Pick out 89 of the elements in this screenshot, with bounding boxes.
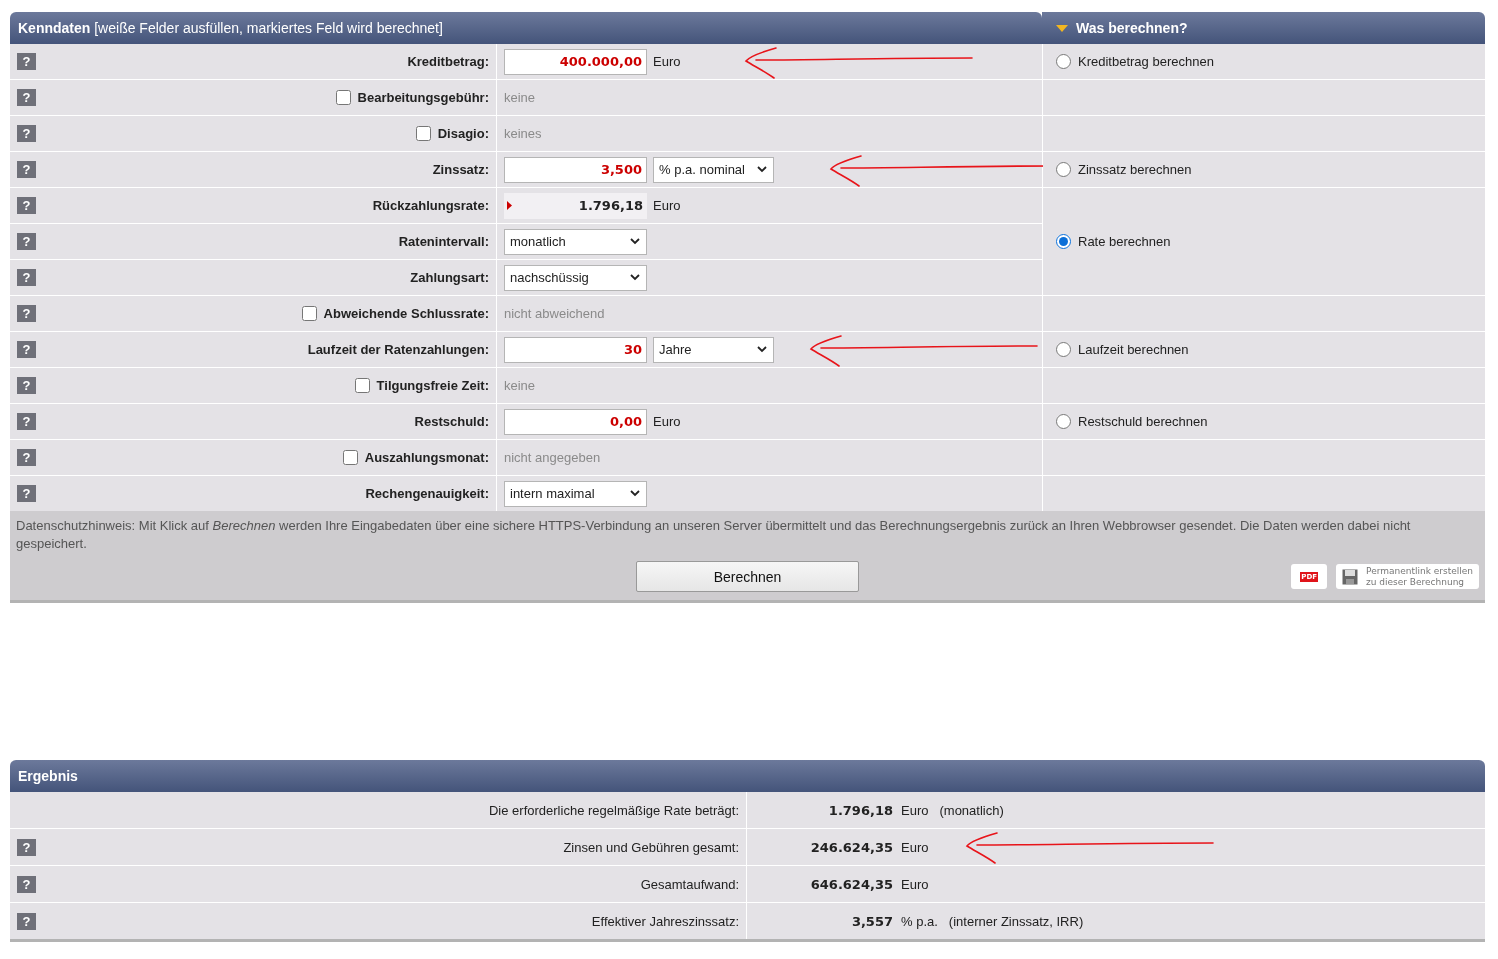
dropdown[interactable]: monatlich xyxy=(504,228,647,255)
result-value: 1.796,18 xyxy=(578,198,643,213)
radio-label: Restschuld berechnen xyxy=(1078,414,1208,429)
radio-button[interactable] xyxy=(1056,414,1071,429)
field-label: Kreditbetrag: xyxy=(407,54,489,69)
checkbox[interactable] xyxy=(415,126,431,141)
privacy-note: Datenschutzhinweis: Mit Klick auf Berechnen werden Ihre Eingabedaten über eine sichere HTTPS-Verbindung an unseren Server übermittelt und das Berechnungsergebnis zurück an Ihren Webbrowser gesendet. Die Daten werden dabei nicht gespeichert. xyxy=(16,517,1412,553)
unit-label: Euro xyxy=(901,876,929,892)
radio-label: Rate berechnen xyxy=(1078,234,1171,249)
permalink-button[interactable]: Permanentlink erstellen zu dieser Berechnung xyxy=(1336,564,1479,589)
result-value: 3,557 xyxy=(850,913,893,929)
field-label: Laufzeit der Ratenzahlungen: xyxy=(307,342,489,357)
help-button[interactable]: ? xyxy=(17,269,36,286)
chevron-icon xyxy=(757,166,767,173)
field-value: nicht angegeben xyxy=(504,450,601,465)
unit-label: Euro xyxy=(653,54,681,69)
field-label: Disagio: xyxy=(437,126,489,141)
help-button[interactable]: ? xyxy=(17,449,36,466)
panel-title: Was berechnen? xyxy=(1076,20,1188,36)
unit-label: Euro xyxy=(653,198,681,213)
result-label: Die erforderliche regelmäßige Rate beträgt: xyxy=(489,802,739,818)
field-label: Restschuld: xyxy=(414,414,489,429)
panel-title: Kenndaten [weiße Felder ausfüllen, markiertes Feld wird berechnet] xyxy=(18,20,443,36)
help-button[interactable]: ? xyxy=(17,161,36,178)
chevron-icon xyxy=(757,346,767,353)
dropdown[interactable]: Jahre xyxy=(653,336,774,363)
help-button[interactable]: ? xyxy=(17,875,36,893)
help-button[interactable]: ? xyxy=(17,912,36,930)
input-field[interactable]: 3,500 xyxy=(504,156,647,183)
radio-button[interactable] xyxy=(1056,342,1071,357)
result-label: Gesamtaufwand: xyxy=(640,876,739,892)
checkbox[interactable] xyxy=(342,450,358,465)
unit-label: Euro xyxy=(901,839,929,855)
chevron-icon xyxy=(630,238,640,245)
field-label: Rechengenauigkeit: xyxy=(365,486,489,501)
dropdown[interactable]: nachschüssig xyxy=(504,264,647,291)
result-label: Zinsen und Gebühren gesamt: xyxy=(563,839,739,855)
field-label: Abweichende Schlussrate: xyxy=(323,306,489,321)
field-label: Ratenintervall: xyxy=(398,234,489,249)
help-button[interactable]: ? xyxy=(17,838,36,856)
field-label: Bearbeitungsgebühr: xyxy=(357,90,489,105)
chevron-icon xyxy=(630,274,640,281)
unit-label: Euro xyxy=(653,414,681,429)
result-note: (monatlich) xyxy=(939,802,1004,818)
radio-label: Laufzeit berechnen xyxy=(1078,342,1189,357)
radio-button[interactable] xyxy=(1056,54,1071,69)
help-button[interactable]: ? xyxy=(17,305,36,322)
help-button[interactable]: ? xyxy=(17,377,36,394)
result-value: 246.624,35 xyxy=(809,839,893,855)
field-value: keine xyxy=(504,378,536,393)
help-button[interactable]: ? xyxy=(17,485,36,502)
result-label: Effektiver Jahreszinssatz: xyxy=(591,913,739,929)
calculate-button[interactable]: Berechnen xyxy=(636,561,859,592)
panel-title: Ergebnis xyxy=(10,760,1485,792)
chevron-icon xyxy=(630,490,640,497)
field-value: nicht abweichend xyxy=(504,306,605,321)
help-button[interactable]: ? xyxy=(17,341,36,358)
unit-label: % p.a. xyxy=(901,913,938,929)
checkbox[interactable] xyxy=(354,378,370,393)
field-value: keines xyxy=(504,126,542,141)
radio-button[interactable] xyxy=(1056,234,1071,249)
unit-label: Euro xyxy=(901,802,929,818)
dropdown[interactable]: intern maximal xyxy=(504,480,647,507)
help-button[interactable]: ? xyxy=(17,89,36,106)
checkbox[interactable] xyxy=(335,90,351,105)
result-note: (interner Zinssatz, IRR) xyxy=(948,913,1084,929)
input-field[interactable]: 30 xyxy=(504,336,647,363)
field-label: Zinssatz: xyxy=(432,162,489,177)
help-button[interactable]: ? xyxy=(17,125,36,142)
input-field[interactable]: 400.000,00 xyxy=(504,48,647,75)
checkbox[interactable] xyxy=(301,306,317,321)
field-label: Tilgungsfreie Zeit: xyxy=(376,378,489,393)
input-field[interactable]: 0,00 xyxy=(504,408,647,435)
radio-label: Zinssatz berechnen xyxy=(1078,162,1192,177)
radio-label: Kreditbetrag berechnen xyxy=(1078,54,1214,69)
field-value: keine xyxy=(504,90,536,105)
result-value: 1.796,18 xyxy=(827,802,893,818)
help-button[interactable]: ? xyxy=(17,233,36,250)
field-label: Zahlungsart: xyxy=(410,270,489,285)
help-button[interactable]: ? xyxy=(17,53,36,70)
triangle-icon xyxy=(1056,24,1068,32)
result-value: 646.624,35 xyxy=(809,876,893,892)
radio-button[interactable] xyxy=(1056,162,1071,177)
triangle-icon xyxy=(507,201,512,210)
dropdown[interactable]: % p.a. nominal xyxy=(653,156,774,183)
field-label: Rückzahlungsrate: xyxy=(372,198,489,213)
field-label: Auszahlungsmonat: xyxy=(364,450,489,465)
help-button[interactable]: ? xyxy=(17,197,36,214)
help-button[interactable]: ? xyxy=(17,413,36,430)
